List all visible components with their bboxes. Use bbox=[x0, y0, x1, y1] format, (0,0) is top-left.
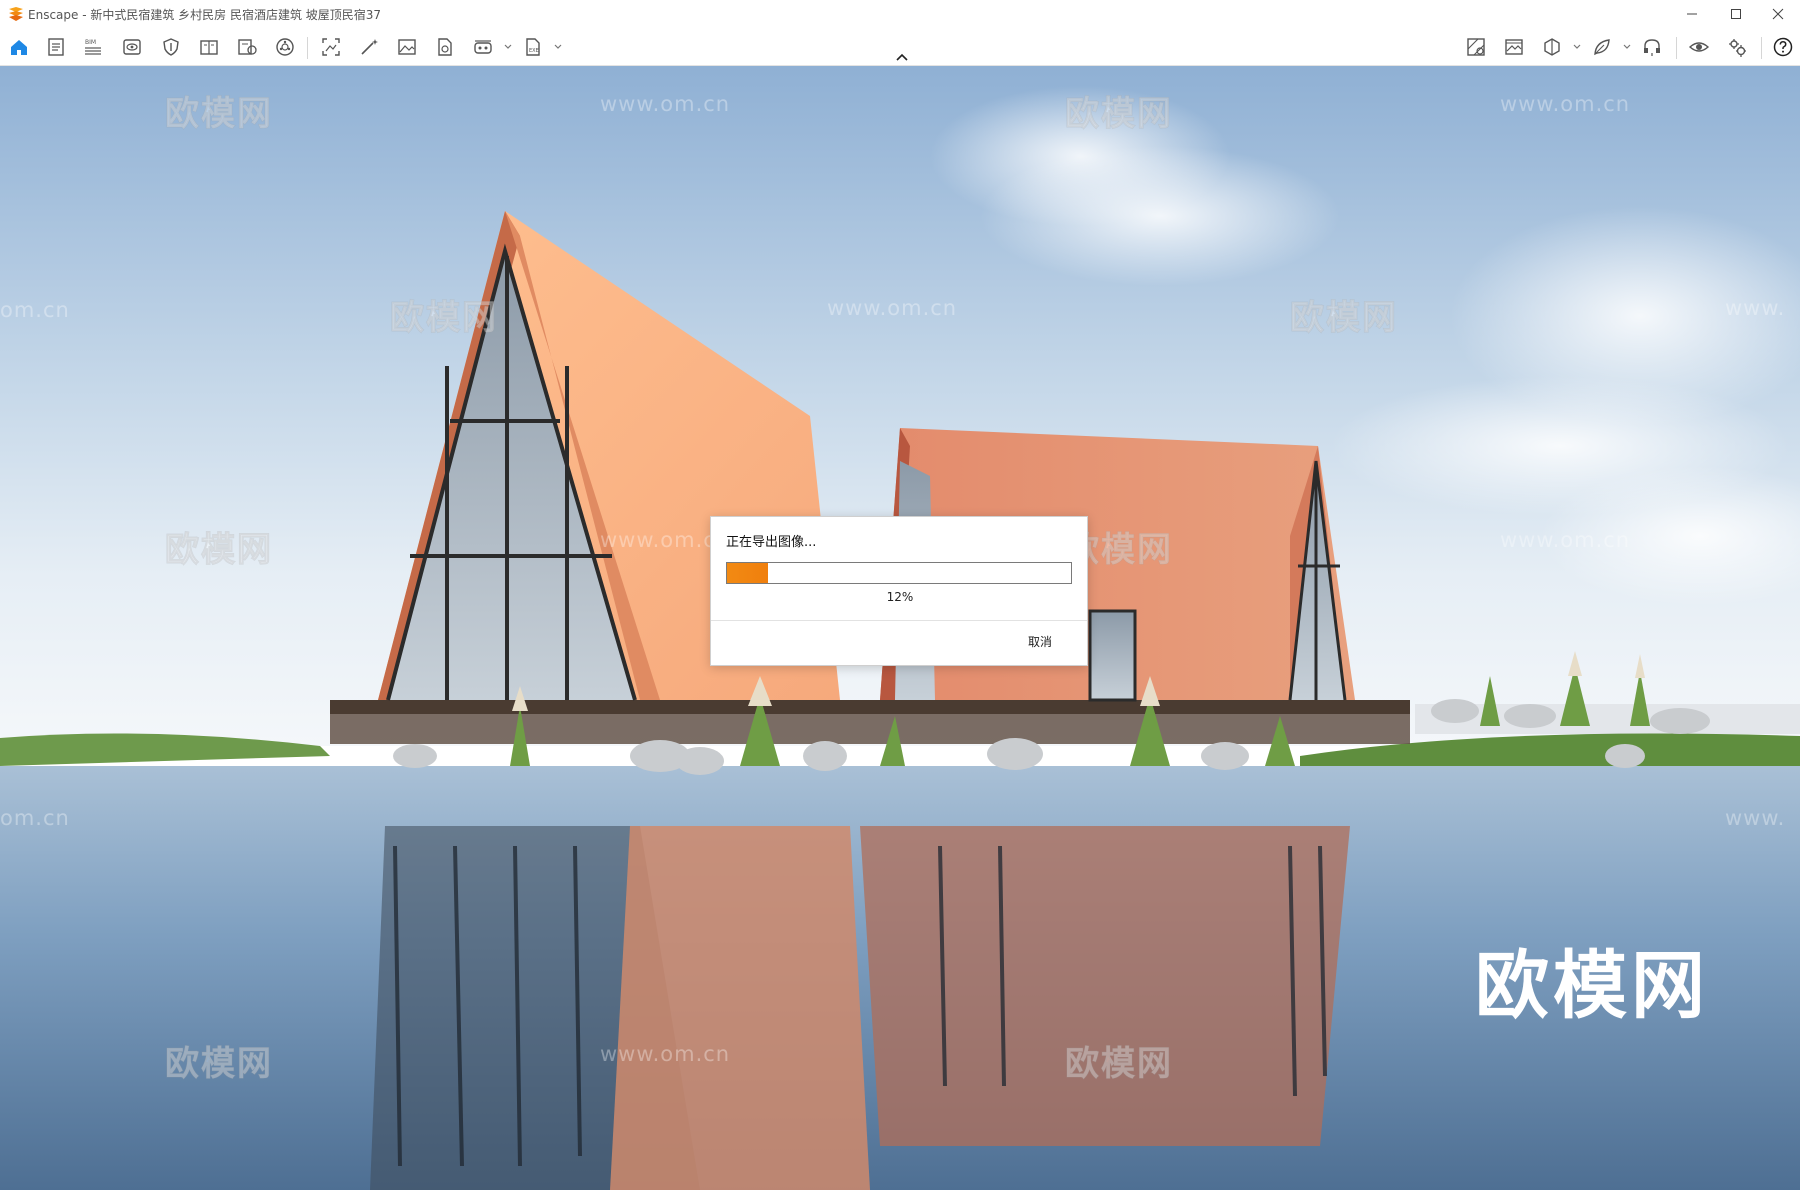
progress-fill bbox=[727, 563, 769, 583]
watermark-text: 欧模网 bbox=[1290, 298, 1398, 339]
brand-watermark: 欧模网 bbox=[1475, 943, 1709, 1029]
minimize-button[interactable] bbox=[1670, 0, 1714, 28]
material-button[interactable] bbox=[1463, 35, 1489, 59]
magic-wand-button[interactable] bbox=[356, 35, 382, 59]
asset-library-button[interactable] bbox=[272, 35, 298, 59]
progress-percentage: 12% bbox=[886, 590, 914, 604]
video-editor-icon bbox=[238, 39, 257, 55]
image-button[interactable] bbox=[394, 35, 420, 59]
enscape-logo-icon bbox=[9, 7, 23, 21]
bim-button[interactable]: BIM bbox=[80, 35, 106, 59]
title-bar: Enscape - 新中式民宿建筑 乡村民房 民宿酒店建筑 坡屋顶民宿37 bbox=[0, 0, 1800, 28]
cube-icon bbox=[1544, 38, 1560, 56]
document-button[interactable] bbox=[43, 35, 69, 59]
watermark-text: 欧模网 bbox=[1065, 94, 1173, 135]
watermark-text: 欧模网 bbox=[165, 1044, 273, 1085]
dialog-message: 正在导出图像... bbox=[726, 535, 817, 550]
book-button[interactable] bbox=[196, 35, 222, 59]
document-icon bbox=[48, 38, 64, 56]
toolbar-separator bbox=[1676, 37, 1677, 59]
svg-text:EXE: EXE bbox=[529, 48, 539, 54]
watermark-url: www.om.cn bbox=[1500, 92, 1631, 116]
headset-icon bbox=[1644, 39, 1660, 56]
headset-button[interactable] bbox=[1639, 35, 1665, 59]
export-button[interactable]: EXE bbox=[520, 35, 546, 59]
watermark-text: 欧模网 bbox=[165, 530, 273, 571]
gallery-icon bbox=[1505, 39, 1523, 55]
watermark-url: om.cn bbox=[0, 806, 70, 830]
shield-icon bbox=[163, 38, 179, 56]
settings-button[interactable] bbox=[1724, 35, 1750, 59]
capture-screenshot-button[interactable] bbox=[318, 35, 344, 59]
close-icon bbox=[1772, 8, 1784, 20]
close-button[interactable] bbox=[1756, 0, 1800, 28]
export-progress-bar bbox=[726, 562, 1072, 584]
visual-settings-icon bbox=[123, 39, 141, 55]
dialog-divider bbox=[711, 620, 1087, 621]
visual-settings-button[interactable] bbox=[119, 35, 145, 59]
magic-wand-icon bbox=[361, 39, 378, 55]
toolbar-separator bbox=[1761, 37, 1762, 59]
help-icon bbox=[1773, 37, 1793, 57]
material-icon bbox=[1467, 38, 1485, 56]
leaf-icon bbox=[1594, 39, 1610, 56]
cube-dropdown-chevron-icon[interactable] bbox=[1572, 42, 1582, 52]
watermark-url: om.cn bbox=[0, 298, 70, 322]
maximize-button[interactable] bbox=[1714, 0, 1758, 28]
export-icon: EXE bbox=[526, 38, 540, 56]
watermark-text: 欧模网 bbox=[1065, 1044, 1173, 1085]
eye-icon bbox=[1688, 42, 1710, 52]
book-icon bbox=[200, 40, 218, 55]
maximize-icon bbox=[1731, 9, 1741, 19]
leaf-button[interactable] bbox=[1589, 35, 1615, 59]
watermark-url: www. bbox=[1725, 806, 1786, 830]
toolbar-collapse-chevron-icon[interactable] bbox=[892, 51, 912, 65]
watermark-text: 欧模网 bbox=[165, 94, 273, 135]
help-button[interactable] bbox=[1770, 35, 1796, 59]
watermark-url: www.om.cn bbox=[827, 296, 958, 320]
vr-button[interactable] bbox=[470, 35, 496, 59]
bim-icon: BIM bbox=[85, 39, 101, 55]
file-export-icon bbox=[438, 38, 452, 56]
home-icon bbox=[11, 40, 27, 55]
shield-button[interactable] bbox=[158, 35, 184, 59]
toolbar-separator bbox=[307, 37, 308, 59]
bim-label: BIM bbox=[85, 39, 96, 46]
vr-icon bbox=[474, 40, 492, 54]
file-export-button[interactable] bbox=[432, 35, 458, 59]
image-icon bbox=[398, 39, 416, 55]
watermark-url: www. bbox=[1725, 296, 1786, 320]
leaf-dropdown-chevron-icon[interactable] bbox=[1622, 42, 1632, 52]
watermark-text: 欧模网 bbox=[390, 298, 498, 339]
minimize-icon bbox=[1687, 13, 1697, 15]
watermark-url: www.om.cn bbox=[1500, 528, 1631, 552]
export-dropdown-chevron-icon[interactable] bbox=[553, 42, 563, 52]
settings-icon bbox=[1729, 39, 1746, 57]
capture-screenshot-icon bbox=[322, 38, 340, 56]
video-editor-button[interactable] bbox=[234, 35, 260, 59]
watermark-url: www.om.cn bbox=[600, 92, 731, 116]
gallery-button[interactable] bbox=[1501, 35, 1527, 59]
vr-dropdown-chevron-icon[interactable] bbox=[503, 42, 513, 52]
cancel-button[interactable]: 取消 bbox=[1015, 630, 1065, 654]
window-title: Enscape - 新中式民宿建筑 乡村民房 民宿酒店建筑 坡屋顶民宿37 bbox=[28, 8, 382, 22]
cube-button[interactable] bbox=[1539, 35, 1565, 59]
watermark-url: www.om.cn bbox=[600, 1042, 731, 1066]
eye-button[interactable] bbox=[1686, 35, 1712, 59]
asset-library-icon bbox=[276, 38, 294, 56]
home-button[interactable] bbox=[6, 35, 32, 59]
